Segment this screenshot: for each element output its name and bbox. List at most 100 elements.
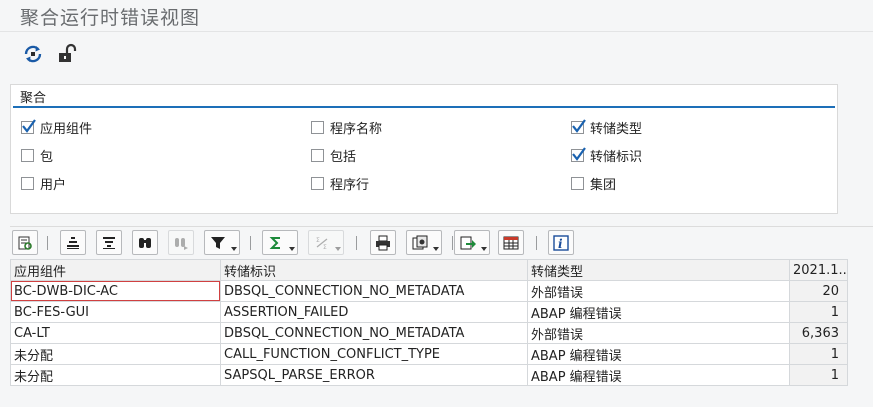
info-icon: i — [553, 234, 569, 251]
grid-header-row: 应用组件 转储标识 转储类型 2021.1... — [10, 259, 848, 281]
cell-dump-type[interactable]: ABAP 编程错误 — [527, 343, 790, 365]
subtotal-button[interactable]: ΣΣ — [308, 230, 344, 255]
checkbox-label: 集团 — [590, 177, 617, 193]
cell-application-component[interactable]: 未分配 — [10, 364, 221, 386]
filter-button[interactable] — [204, 230, 240, 255]
checkbox-box[interactable] — [571, 146, 586, 162]
find-icon — [139, 237, 151, 248]
svg-text:i: i — [558, 237, 563, 251]
cell-application-component[interactable]: 未分配 — [10, 343, 221, 365]
cell-dump-type[interactable]: ABAP 编程错误 — [527, 301, 790, 323]
toolbar-separator — [452, 236, 453, 250]
cell-dump-id[interactable]: DBSQL_CONNECTION_NO_METADATA — [220, 322, 528, 344]
checkbox-label: 用户 — [40, 177, 67, 193]
checkmark-icon — [572, 146, 586, 161]
cell-application-component[interactable]: BC-FES-GUI — [10, 301, 221, 323]
toolbar-separator — [250, 236, 251, 250]
details-button[interactable] — [12, 230, 38, 255]
layout-button[interactable] — [498, 230, 524, 255]
find-next-button[interactable] — [168, 230, 194, 255]
aggregation-group-underline — [13, 106, 835, 108]
chevron-down-icon — [289, 247, 295, 251]
print-button[interactable] — [370, 230, 396, 255]
checkbox-user[interactable]: 用户 — [21, 174, 67, 193]
filter-icon — [211, 236, 225, 249]
cell-dump-type[interactable]: 外部错误 — [527, 322, 790, 344]
checkbox-label: 转储标识 — [590, 149, 643, 165]
export-icon — [460, 236, 476, 249]
sum-button[interactable] — [262, 230, 298, 255]
checkbox-client[interactable]: 集团 — [571, 174, 617, 193]
svg-text:Σ: Σ — [316, 237, 320, 244]
table-row[interactable]: BC-FES-GUI ASSERTION_FAILED ABAP 编程错误 1 — [10, 301, 848, 323]
views-button[interactable] — [406, 230, 442, 255]
cell-application-component[interactable]: BC-DWB-DIC-AC — [10, 280, 221, 302]
application-toolbar — [0, 32, 873, 74]
table-row[interactable]: 未分配 CALL_FUNCTION_CONFLICT_TYPE ABAP 编程错… — [10, 343, 848, 365]
info-button[interactable]: i — [548, 230, 574, 255]
views-icon — [412, 235, 428, 249]
checkbox-box[interactable] — [21, 148, 34, 162]
error-grid: 应用组件 转储标识 转储类型 2021.1... BC-DWB-DIC-AC D… — [10, 259, 848, 386]
sort-descending-button[interactable] — [96, 230, 122, 255]
checkbox-box[interactable] — [311, 120, 324, 134]
checkbox-program-name[interactable]: 程序名称 — [311, 118, 382, 137]
cell-application-component[interactable]: CA-LT — [10, 322, 221, 344]
column-header-dump-id[interactable]: 转储标识 — [220, 259, 528, 281]
checkbox-box[interactable] — [311, 176, 324, 190]
find-button[interactable] — [132, 230, 158, 255]
table-row[interactable]: CA-LT DBSQL_CONNECTION_NO_METADATA 外部错误 … — [10, 322, 848, 344]
checkmark-icon — [572, 118, 586, 133]
layout-icon — [503, 236, 519, 249]
toolbar-separator — [356, 236, 357, 250]
find-next-icon — [175, 237, 188, 250]
table-row[interactable]: BC-DWB-DIC-AC DBSQL_CONNECTION_NO_METADA… — [10, 280, 848, 302]
sort-ascending-button[interactable] — [60, 230, 86, 255]
cell-dump-id[interactable]: SAPSQL_PARSE_ERROR — [220, 364, 528, 386]
cell-dump-id[interactable]: DBSQL_CONNECTION_NO_METADATA — [220, 280, 528, 302]
cell-dump-id[interactable]: CALL_FUNCTION_CONFLICT_TYPE — [220, 343, 528, 365]
checkbox-application-component[interactable]: 应用组件 — [21, 118, 92, 137]
checkbox-box[interactable] — [311, 148, 324, 162]
aggregation-group: 聚合 应用组件 程序名称 转储类型 包 包括 转储标识 用户 程序行 集团 — [10, 84, 838, 214]
unlock-button[interactable] — [55, 42, 79, 66]
alv-toolbar: ΣΣ i — [10, 226, 873, 258]
chevron-down-icon — [231, 247, 237, 251]
cell-dump-type[interactable]: 外部错误 — [527, 280, 790, 302]
checkbox-box[interactable] — [21, 118, 36, 134]
chevron-down-icon — [433, 247, 439, 251]
subtotal-icon: ΣΣ — [316, 237, 328, 251]
table-row[interactable]: 未分配 SAPSQL_PARSE_ERROR ABAP 编程错误 1 — [10, 364, 848, 386]
checkbox-package[interactable]: 包 — [21, 146, 54, 165]
checkbox-label: 包 — [40, 149, 54, 165]
refresh-button[interactable] — [21, 42, 45, 66]
column-header-date-count[interactable]: 2021.1... — [789, 259, 848, 281]
chevron-down-icon — [335, 247, 341, 251]
sort-ascending-icon — [67, 236, 79, 249]
column-header-application-component[interactable]: 应用组件 — [10, 259, 221, 281]
checkbox-dump-id[interactable]: 转储标识 — [571, 146, 643, 165]
checkbox-box[interactable] — [21, 176, 34, 190]
checkbox-box[interactable] — [571, 176, 584, 190]
checkbox-program-line[interactable]: 程序行 — [311, 174, 370, 193]
unlock-icon — [59, 43, 77, 62]
checkbox-include[interactable]: 包括 — [311, 146, 356, 165]
sum-icon — [269, 236, 280, 249]
cell-count[interactable]: 1 — [789, 343, 848, 365]
cell-count[interactable]: 1 — [789, 364, 848, 386]
checkmark-icon — [22, 118, 36, 133]
cell-dump-type[interactable]: ABAP 编程错误 — [527, 364, 790, 386]
toolbar-separator — [536, 236, 537, 250]
cell-count[interactable]: 20 — [789, 280, 848, 302]
checkbox-dump-type[interactable]: 转储类型 — [571, 118, 642, 137]
cell-count[interactable]: 6,363 — [789, 322, 848, 344]
aggregation-group-title: 聚合 — [20, 91, 47, 106]
checkbox-box[interactable] — [571, 118, 586, 134]
svg-text:Σ: Σ — [323, 244, 327, 251]
cell-count[interactable]: 1 — [789, 301, 848, 323]
checkbox-label: 程序行 — [330, 177, 370, 193]
column-header-dump-type[interactable]: 转储类型 — [527, 259, 790, 281]
cell-dump-id[interactable]: ASSERTION_FAILED — [220, 301, 528, 323]
chevron-down-icon — [481, 247, 487, 251]
export-button[interactable] — [454, 230, 490, 255]
